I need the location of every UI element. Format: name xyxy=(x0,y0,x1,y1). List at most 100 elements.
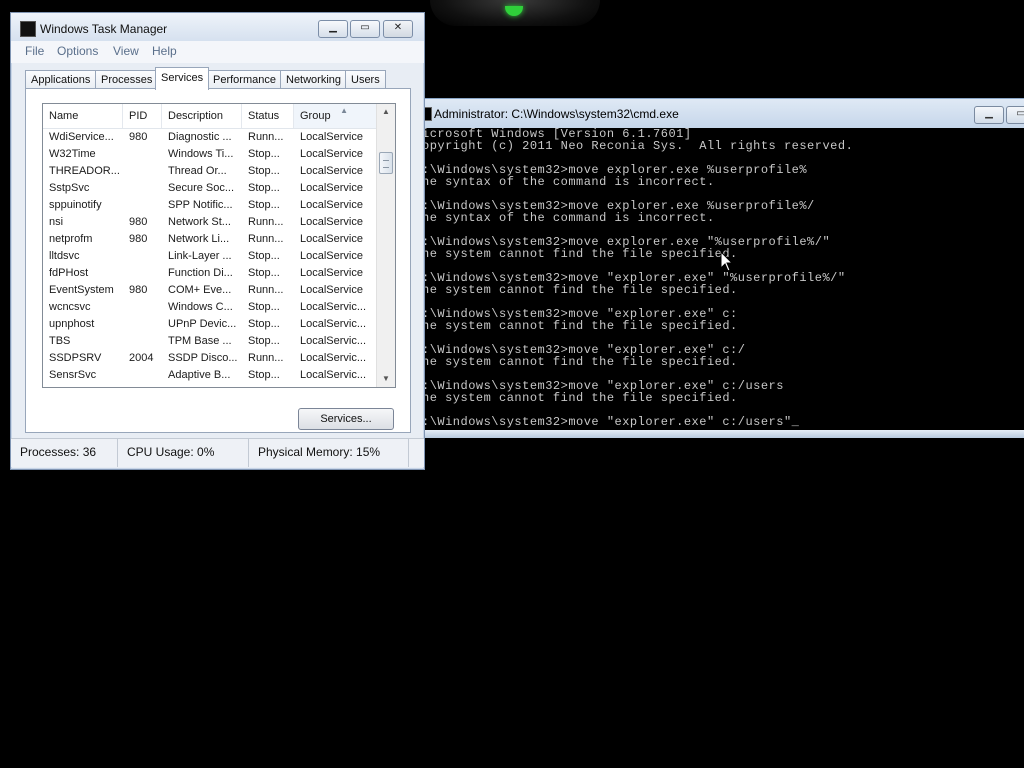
cell-group: LocalService xyxy=(300,233,363,245)
cmd-titlebar[interactable]: Administrator: C:\Windows\system32\cmd.e… xyxy=(418,98,1024,129)
cmd-minimize-button[interactable]: ▁ xyxy=(974,106,1004,124)
tm-minimize-button[interactable]: ▁ xyxy=(318,20,348,38)
cell-description: SPP Notific... xyxy=(168,199,233,211)
console-line: he syntax of the command is incorrect. xyxy=(422,175,715,189)
cell-description: Network Li... xyxy=(168,233,230,245)
table-row[interactable]: nsi 980 Network St... Runn... LocalService xyxy=(43,214,376,231)
cell-status: Runn... xyxy=(248,131,284,143)
cell-name: WdiService... xyxy=(49,131,114,143)
tab-processes[interactable]: Processes xyxy=(95,70,159,89)
cmd-console[interactable]: icrosoft Windows [Version 6.1.7601] opyri… xyxy=(418,128,1024,430)
sort-ascending-icon: ▲ xyxy=(340,106,348,115)
tab-performance[interactable]: Performance xyxy=(207,70,282,89)
tab-services[interactable]: Services xyxy=(155,67,210,90)
table-row[interactable]: upnphost UPnP Devic... Stop... LocalServic.… xyxy=(43,316,376,333)
cell-group: LocalService xyxy=(300,165,363,177)
console-line: he system cannot find the file specified… xyxy=(422,391,738,405)
table-row[interactable]: THREADOR... Thread Or... Stop... LocalServi… xyxy=(43,163,376,180)
mouse-pointer-icon xyxy=(720,251,734,272)
task-manager-icon xyxy=(20,21,36,37)
cell-status: Stop... xyxy=(248,369,280,381)
table-row[interactable]: EventSystem 980 COM+ Eve... Runn... LocalSer… xyxy=(43,282,376,299)
menu-help[interactable]: Help xyxy=(152,44,177,58)
table-row[interactable]: SensrSvc Adaptive B... Stop... LocalServic.… xyxy=(43,367,376,384)
cell-description: Network St... xyxy=(168,216,231,228)
cell-name: wcncsvc xyxy=(49,301,91,313)
cell-group: LocalServic... xyxy=(300,352,367,364)
console-line: he syntax of the command is incorrect. xyxy=(422,211,715,225)
cell-status: Runn... xyxy=(248,284,284,296)
column-header-status[interactable]: Status xyxy=(242,104,294,128)
cell-group: LocalServic... xyxy=(300,318,367,330)
cell-description: COM+ Eve... xyxy=(168,284,232,296)
cell-description: SSDP Disco... xyxy=(168,352,238,364)
vertical-scrollbar[interactable]: ▲ ▼ xyxy=(376,104,395,387)
cell-description: UPnP Devic... xyxy=(168,318,237,330)
tm-maximize-button[interactable]: ▭ xyxy=(350,20,380,38)
tm-close-button[interactable]: ✕ xyxy=(383,20,413,38)
cell-status: Stop... xyxy=(248,267,280,279)
menubar: File Options View Help xyxy=(11,41,424,63)
cell-description: Link-Layer ... xyxy=(168,250,232,262)
table-row[interactable]: fdPHost Function Di... Stop... LocalService xyxy=(43,265,376,282)
status-bar: Processes: 36 CPU Usage: 0% Physical Mem… xyxy=(11,438,424,467)
cell-description: TPM Base ... xyxy=(168,335,232,347)
cell-group: LocalService xyxy=(300,250,363,262)
cell-pid: 980 xyxy=(129,216,148,228)
cmd-window[interactable]: Administrator: C:\Windows\system32\cmd.e… xyxy=(418,98,1024,438)
cell-group: LocalServic... xyxy=(300,301,367,313)
cell-group: LocalService xyxy=(300,216,363,228)
grip-icon xyxy=(383,160,389,168)
cell-name: nsi xyxy=(49,216,64,228)
cell-pid xyxy=(123,299,162,316)
column-header-name[interactable]: Name xyxy=(43,104,123,128)
cell-name: upnphost xyxy=(49,318,95,330)
scroll-up-arrow-icon[interactable]: ▲ xyxy=(377,104,395,120)
cell-pid: 980 xyxy=(129,233,148,245)
table-row[interactable]: TBS TPM Base ... Stop... LocalServic... xyxy=(43,333,376,350)
cell-status: Stop... xyxy=(248,148,280,160)
cell-name: fdPHost xyxy=(49,267,89,279)
cell-description: Secure Soc... xyxy=(168,182,235,194)
status-physical-memory: Physical Memory: 15% xyxy=(249,439,409,467)
menu-view[interactable]: View xyxy=(113,44,139,58)
column-header-description[interactable]: Description xyxy=(162,104,242,128)
cell-group: LocalServic... xyxy=(300,369,367,381)
cell-name: SSDPSRV xyxy=(49,352,102,364)
table-row[interactable]: W32Time Windows Ti... Stop... LocalService xyxy=(43,146,376,163)
table-row[interactable]: SSDPSRV 2004 SSDP Disco... Runn... LocalServ… xyxy=(43,350,376,367)
table-row[interactable]: sppuinotify SPP Notific... Stop... LocalSer… xyxy=(43,197,376,214)
tab-applications[interactable]: Applications xyxy=(25,70,97,89)
services-panel: Name PID Description Status Group ▲ WdiS… xyxy=(25,88,411,433)
table-row[interactable]: SstpSvc Secure Soc... Stop... LocalService xyxy=(43,180,376,197)
cell-group: LocalService xyxy=(300,199,363,211)
tab-users[interactable]: Users xyxy=(345,70,386,89)
services-button[interactable]: Services... xyxy=(298,408,394,430)
cell-pid xyxy=(123,180,162,197)
cell-pid xyxy=(123,163,162,180)
task-manager-window[interactable]: Windows Task Manager ▁ ▭ ✕ File Options … xyxy=(10,12,425,470)
table-row[interactable]: lltdsvc Link-Layer ... Stop... LocalService xyxy=(43,248,376,265)
table-row[interactable]: wcncsvc Windows C... Stop... LocalServic... xyxy=(43,299,376,316)
scroll-down-arrow-icon[interactable]: ▼ xyxy=(377,371,395,387)
tm-title: Windows Task Manager xyxy=(40,22,168,36)
tm-titlebar[interactable]: Windows Task Manager ▁ ▭ ✕ xyxy=(11,13,424,41)
cmd-maximize-button[interactable]: ▭ xyxy=(1006,106,1024,124)
table-row[interactable]: WdiService... 980 Diagnostic ... Runn... Loc… xyxy=(43,129,376,146)
column-header-pid[interactable]: PID xyxy=(123,104,162,128)
table-row[interactable]: netprofm 980 Network Li... Runn... LocalServ… xyxy=(43,231,376,248)
menu-options[interactable]: Options xyxy=(57,44,98,58)
cell-status: Stop... xyxy=(248,165,280,177)
services-list[interactable]: Name PID Description Status Group ▲ WdiS… xyxy=(42,103,396,388)
cell-pid xyxy=(123,265,162,282)
tab-networking[interactable]: Networking xyxy=(280,70,348,89)
cell-group: LocalService xyxy=(300,267,363,279)
column-header-group[interactable]: Group ▲ xyxy=(294,104,376,128)
menu-file[interactable]: File xyxy=(25,44,44,58)
cell-pid: 2004 xyxy=(129,352,154,364)
cell-pid xyxy=(123,248,162,265)
cell-description: Windows C... xyxy=(168,301,233,313)
scroll-thumb[interactable] xyxy=(379,152,393,174)
cell-name: W32Time xyxy=(49,148,96,160)
top-glow-decoration xyxy=(430,0,600,26)
